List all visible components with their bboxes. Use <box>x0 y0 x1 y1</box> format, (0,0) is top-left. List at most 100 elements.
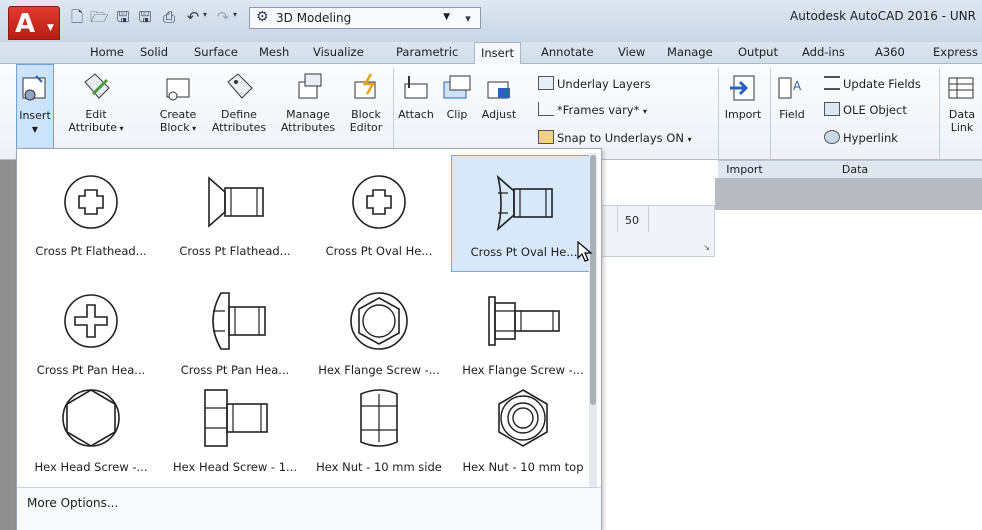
tab-solid[interactable]: Solid <box>140 45 168 59</box>
drawing-area-left <box>0 160 16 530</box>
attach-label: Attach <box>398 108 434 121</box>
gallery-item-label: Cross Pt Flathead... <box>179 244 291 258</box>
snap-underlays-button[interactable]: Snap to Underlays ON ▾ <box>538 130 692 145</box>
tab-view[interactable]: View <box>618 45 645 59</box>
gallery-item-label: Hex Head Screw -... <box>34 460 148 474</box>
redo-icon[interactable]: ↷ <box>214 8 232 26</box>
manage-attributes-button[interactable]: Manage Attributes <box>274 72 342 134</box>
workspace-value: 3D Modeling <box>276 11 352 25</box>
cross-flathead-top-icon <box>64 175 118 229</box>
tab-mesh[interactable]: Mesh <box>259 45 289 59</box>
data-link-icon <box>948 77 974 99</box>
print-icon[interactable]: ⎙ <box>160 8 178 26</box>
clip-button[interactable]: Clip <box>440 72 474 121</box>
underlay-panel-expanded: 50 ↘ <box>590 205 715 257</box>
gallery-scrollbar[interactable] <box>589 153 597 489</box>
underlay-layers-button[interactable]: Underlay Layers <box>538 76 651 91</box>
more-options-label: More Options... <box>27 496 119 510</box>
panel-expand-icon[interactable]: ↘ <box>703 243 710 252</box>
workspace-selector[interactable]: ⚙ 3D Modeling ▼ <box>249 7 481 29</box>
gallery-item[interactable]: Cross Pt Flathead... <box>163 155 307 272</box>
gallery-item[interactable]: Hex Nut - 10 mm top <box>451 371 595 488</box>
field-icon: A <box>778 77 802 99</box>
cross-pan-top-icon <box>64 294 118 348</box>
hyperlink-button[interactable]: Hyperlink <box>824 130 898 145</box>
tab-a360[interactable]: A360 <box>875 45 905 59</box>
fade-value[interactable]: 50 <box>625 214 639 227</box>
insert-block-button[interactable]: Insert ▼ <box>16 64 54 160</box>
tab-express[interactable]: Express <box>933 45 978 59</box>
gallery-item[interactable]: Hex Nut - 10 mm side <box>307 371 451 488</box>
cross-pan-side-icon <box>212 292 266 350</box>
new-file-icon[interactable]: 🗋 <box>68 8 86 26</box>
hex-nut-top-icon <box>498 389 548 447</box>
create-block-button[interactable]: Create Block ▾ <box>155 72 201 135</box>
tab-annotate[interactable]: Annotate <box>541 45 594 59</box>
tab-parametric[interactable]: Parametric <box>396 45 458 59</box>
gallery-item-label: Hex Nut - 10 mm side <box>316 460 442 474</box>
window-title: Autodesk AutoCAD 2016 - UNR <box>790 9 976 23</box>
create-block-icon <box>166 78 190 101</box>
gallery-item[interactable]: Cross Pt Oval He... <box>307 155 451 272</box>
gallery-item-label: Cross Pt Oval He... <box>470 245 578 259</box>
clip-label: Clip <box>446 108 468 121</box>
gear-icon: ⚙ <box>256 9 269 25</box>
tab-add-ins[interactable]: Add-ins <box>802 45 845 59</box>
save-icon[interactable]: 🖫 <box>114 8 132 26</box>
tab-home[interactable]: Home <box>90 45 124 59</box>
undo-icon[interactable]: ↶ <box>184 8 202 26</box>
redo-dropdown-icon[interactable]: ▾ <box>233 10 237 19</box>
title-bar: A ▼ 🗋 🗁 🖫 🖫 ⎙ ↶ ▾ ↷ ▾ ⚙ 3D Modeling ▼ ▾ … <box>0 0 982 42</box>
import-button[interactable]: Import <box>721 72 765 121</box>
cross-oval-side-icon <box>496 174 553 232</box>
tab-output[interactable]: Output <box>738 45 778 59</box>
update-fields-label: Update Fields <box>843 77 921 91</box>
frame-icon <box>538 102 554 116</box>
gallery-item[interactable]: Hex Head Screw - 1... <box>163 371 307 488</box>
data-link-button[interactable]: Data Link <box>944 72 980 134</box>
import-panel-title[interactable]: Import <box>718 160 771 178</box>
globe-icon <box>824 130 840 144</box>
application-menu-button[interactable]: A ▼ <box>8 6 60 40</box>
tab-surface[interactable]: Surface <box>194 45 238 59</box>
gallery-item-label: Hex Head Screw - 1... <box>172 460 298 474</box>
ribbon-tab-bar: Home Solid Surface Mesh Visualize Parame… <box>0 42 982 65</box>
ribbon-panel: Insert ▼ Edit Attribute ▾ Create Block ▾… <box>0 64 982 178</box>
gallery-item-hovered[interactable]: Cross Pt Oval He... <box>451 155 595 272</box>
block-editor-label-2: Editor <box>349 121 383 134</box>
manage-attributes-icon <box>298 73 322 99</box>
undo-dropdown-icon[interactable]: ▾ <box>203 10 207 19</box>
data-panel-title[interactable]: Data <box>771 160 939 178</box>
scrollbar-thumb[interactable] <box>590 155 596 405</box>
tab-visualize[interactable]: Visualize <box>313 45 364 59</box>
gallery-item-label: Hex Nut - 10 mm top <box>462 460 584 474</box>
hyperlink-label: Hyperlink <box>843 131 898 145</box>
tab-insert[interactable]: Insert <box>474 42 521 65</box>
snap-underlay-icon <box>538 130 554 144</box>
more-options-button[interactable]: More Options... <box>17 487 601 530</box>
update-fields-button[interactable]: Update Fields <box>824 76 921 91</box>
frames-vary-button[interactable]: *Frames vary* ▾ <box>538 102 647 117</box>
linking-panel-title[interactable] <box>939 160 982 178</box>
ole-object-icon <box>824 102 840 116</box>
ole-object-button[interactable]: OLE Object <box>824 102 907 117</box>
gallery-item[interactable]: Hex Head Screw -... <box>19 371 163 488</box>
field-button[interactable]: A Field <box>774 72 810 121</box>
customize-qat-icon[interactable]: ▾ <box>459 10 477 28</box>
block-editor-button[interactable]: Block Editor <box>344 72 388 134</box>
hex-flange-top-icon <box>350 292 408 350</box>
data-link-label-1: Data <box>948 108 976 121</box>
define-attributes-icon <box>227 73 253 99</box>
gallery-item[interactable]: Cross Pt Flathead... <box>19 155 163 272</box>
save-as-icon[interactable]: 🖫 <box>136 8 154 26</box>
adjust-button[interactable]: Adjust <box>478 72 520 121</box>
data-link-label-2: Link <box>950 121 974 134</box>
open-folder-icon[interactable]: 🗁 <box>90 8 109 26</box>
create-block-label-1: Create <box>159 108 197 121</box>
edit-attribute-button[interactable]: Edit Attribute ▾ <box>66 72 126 135</box>
tab-manage[interactable]: Manage <box>667 45 713 59</box>
define-attributes-button[interactable]: Define Attributes <box>206 72 272 134</box>
attach-button[interactable]: Attach <box>396 72 436 121</box>
gallery-item-label: Cross Pt Oval He... <box>325 244 433 258</box>
import-icon <box>730 75 755 101</box>
